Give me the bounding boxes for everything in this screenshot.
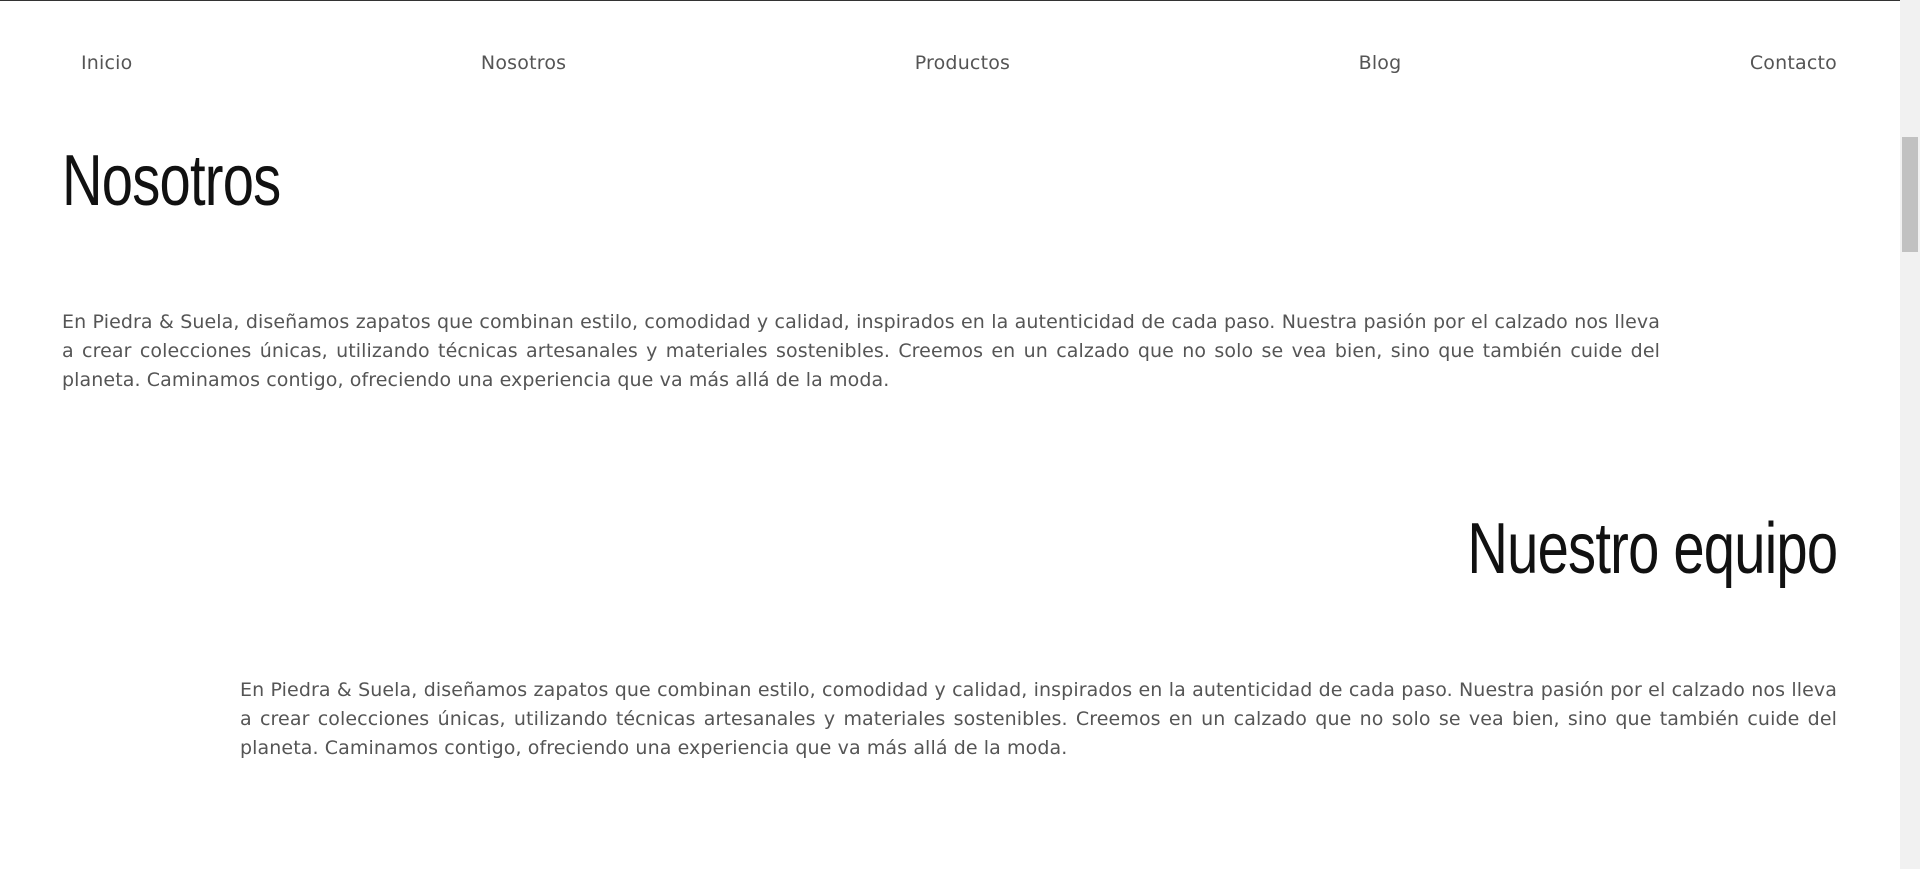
section-title-equipo: Nuestro equipo <box>1467 509 1838 589</box>
nav-link-nosotros[interactable]: Nosotros <box>481 52 566 74</box>
nav-link-contacto[interactable]: Contacto <box>1750 52 1837 74</box>
nav-link-inicio[interactable]: Inicio <box>81 52 132 74</box>
nav-link-blog[interactable]: Blog <box>1359 52 1402 74</box>
section-text-nosotros: En Piedra & Suela, diseñamos zapatos que… <box>62 311 1660 391</box>
vertical-scrollbar[interactable] <box>1900 0 1920 869</box>
section-title-nosotros: Nosotros <box>62 141 281 221</box>
nav-link-productos[interactable]: Productos <box>915 52 1010 74</box>
top-border <box>0 0 1900 1</box>
main-nav: Inicio Nosotros Productos Blog Contacto <box>81 52 1837 74</box>
scrollbar-thumb[interactable] <box>1902 137 1918 252</box>
section-text-equipo: En Piedra & Suela, diseñamos zapatos que… <box>240 679 1837 759</box>
